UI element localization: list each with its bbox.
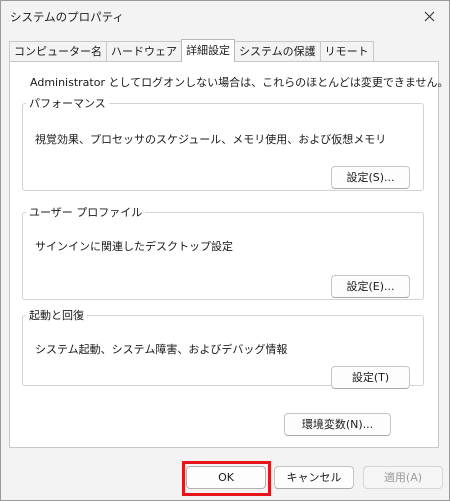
startup-recovery-description: システム起動、システム障害、およびデバッグ情報 [35, 343, 288, 356]
close-icon [424, 11, 434, 21]
tab-system-protection[interactable]: システムの保護 [234, 41, 321, 61]
startup-recovery-group: 起動と回復 システム起動、システム障害、およびデバッグ情報 設定(T) [22, 307, 424, 389]
performance-legend: パフォーマンス [29, 97, 106, 110]
cancel-button[interactable]: キャンセル [274, 466, 354, 489]
system-properties-window: システムのプロパティ コンピューター名 ハードウェア 詳細設定 システムの保護 … [0, 0, 450, 501]
performance-settings-button[interactable]: 設定(S)... [331, 166, 410, 189]
dialog-button-bar: OK キャンセル 適用(A) [1, 456, 449, 500]
tab-hardware[interactable]: ハードウェア [106, 41, 182, 61]
ok-button[interactable]: OK [186, 466, 266, 489]
user-profile-description: サインインに関連したデスクトップ設定 [35, 240, 233, 253]
environment-variables-button[interactable]: 環境変数(N)... [284, 413, 391, 436]
user-profile-settings-button[interactable]: 設定(E)... [331, 275, 410, 298]
user-profile-legend: ユーザー プロファイル [29, 206, 143, 219]
performance-group: パフォーマンス 視覚効果、プロセッサのスケジュール、メモリ使用、および仮想メモリ… [22, 95, 424, 191]
advanced-tab-panel: Administrator としてログオンしない場合は、これらのほとんどは変更で… [9, 61, 449, 448]
window-title: システムのプロパティ [10, 10, 124, 24]
startup-recovery-legend: 起動と回復 [29, 309, 84, 322]
tab-strip: コンピューター名 ハードウェア 詳細設定 システムの保護 リモート [9, 39, 374, 62]
admin-notice-text: Administrator としてログオンしない場合は、これらのほとんどは変更で… [30, 76, 449, 89]
startup-recovery-settings-button[interactable]: 設定(T) [331, 366, 410, 389]
apply-button[interactable]: 適用(A) [363, 466, 443, 489]
tab-remote[interactable]: リモート [319, 41, 374, 61]
title-bar: システムのプロパティ [1, 1, 449, 31]
user-profile-group: ユーザー プロファイル サインインに関連したデスクトップ設定 設定(E)... [22, 204, 424, 300]
close-button[interactable] [409, 1, 449, 31]
tab-advanced[interactable]: 詳細設定 [181, 39, 235, 62]
performance-description: 視覚効果、プロセッサのスケジュール、メモリ使用、および仮想メモリ [35, 133, 387, 146]
tab-computer-name[interactable]: コンピューター名 [9, 41, 107, 61]
